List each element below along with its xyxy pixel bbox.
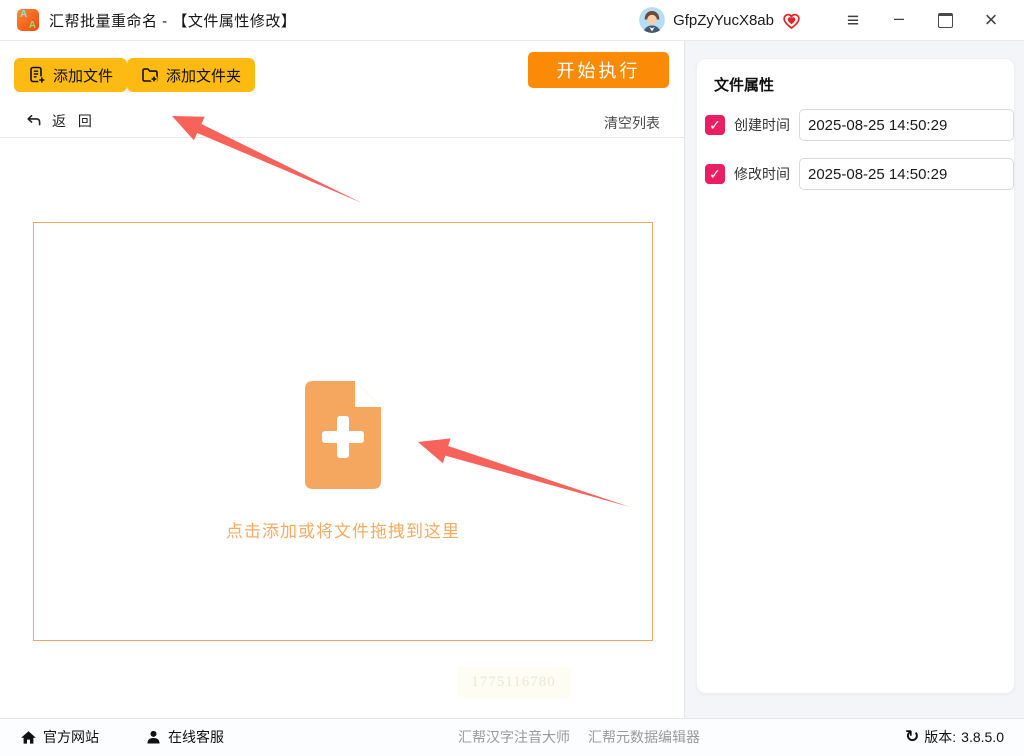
metadata-editor-link[interactable]: 汇帮元数据编辑器 — [588, 719, 700, 755]
pinyin-master-link[interactable]: 汇帮汉字注音大师 — [458, 719, 570, 755]
back-label: 返 回 — [52, 113, 92, 129]
start-execute-button[interactable]: 开始执行 — [528, 52, 669, 88]
official-site-link[interactable]: 官方网站 — [20, 719, 99, 755]
list-divider — [0, 137, 684, 138]
home-icon — [21, 730, 36, 744]
window-title: 汇帮批量重命名 - 【文件属性修改】 — [49, 12, 297, 30]
menu-icon: ≡ — [846, 8, 860, 32]
check-icon: ✓ — [709, 165, 721, 182]
version-value: 3.8.5.0 — [961, 729, 1004, 745]
person-icon — [147, 730, 160, 744]
online-support-link[interactable]: 在线客服 — [145, 719, 224, 755]
creation-time-label: 创建时间 — [734, 117, 790, 133]
update-sync-icon[interactable]: ↻ — [905, 728, 919, 745]
avatar-image — [639, 7, 666, 33]
official-site-label: 官方网站 — [43, 729, 99, 745]
vip-heart-icon[interactable] — [781, 10, 802, 31]
modified-time-label: 修改时间 — [734, 166, 790, 182]
check-icon: ✓ — [709, 116, 721, 133]
version-label: 版本: — [924, 729, 957, 745]
maximize-button[interactable] — [922, 0, 968, 40]
modified-time-input[interactable] — [799, 158, 1014, 190]
back-arrow-icon — [27, 114, 41, 126]
menu-button[interactable]: ≡ — [830, 0, 876, 40]
logo-letter-a2: A — [28, 20, 36, 31]
properties-title: 文件属性 — [714, 77, 775, 94]
back-button[interactable]: 返 回 — [25, 111, 92, 131]
app-logo-icon: A A — [17, 9, 39, 31]
add-folder-label: 添加文件夹 — [166, 67, 242, 85]
add-files-label: 添加文件 — [53, 67, 114, 85]
add-folder-button[interactable]: 添加文件夹 — [127, 58, 256, 92]
online-support-label: 在线客服 — [168, 729, 224, 745]
maximize-icon — [937, 12, 953, 28]
drop-zone-content: 点击添加或将文件拖拽到这里 — [34, 379, 652, 542]
creation-time-row: ✓ 创建时间 — [705, 109, 1014, 141]
file-plus-icon — [30, 66, 46, 84]
close-icon: × — [984, 7, 998, 32]
logo-letter-a: A — [20, 9, 28, 20]
annotation-arrow-toolbar — [172, 116, 362, 203]
titlebar-right: GfpZyYucX8ab ≡ – × — [639, 0, 1024, 40]
add-file-icon — [305, 381, 381, 489]
close-button[interactable]: × — [968, 0, 1014, 40]
creation-time-checkbox[interactable]: ✓ — [705, 115, 725, 135]
app-window: A A 汇帮批量重命名 - 【文件属性修改】 GfpZyYucX8ab ≡ – … — [0, 0, 1024, 756]
modified-time-row: ✓ 修改时间 — [705, 158, 1014, 190]
minimize-button[interactable]: – — [876, 0, 922, 40]
folder-plus-icon — [142, 68, 158, 83]
user-avatar[interactable] — [639, 7, 666, 33]
clear-list-button[interactable]: 清空列表 — [604, 113, 660, 133]
username: GfpZyYucX8ab — [673, 11, 774, 29]
properties-card: 文件属性 ✓ 创建时间 ✓ 修改时间 — [696, 58, 1015, 694]
start-execute-label: 开始执行 — [556, 61, 641, 81]
version-info: ↻ 版本: 3.8.5.0 — [905, 719, 1004, 755]
modified-time-checkbox[interactable]: ✓ — [705, 164, 725, 184]
add-files-button[interactable]: 添加文件 — [14, 58, 128, 92]
creation-time-input[interactable] — [799, 109, 1014, 141]
statusbar: 官方网站 在线客服 汇帮汉字注音大师 汇帮元数据编辑器 ↻ 版本: 3.8.5.… — [0, 718, 1024, 756]
titlebar: A A 汇帮批量重命名 - 【文件属性修改】 GfpZyYucX8ab ≡ – … — [0, 0, 1024, 41]
drop-zone-hint: 点击添加或将文件拖拽到这里 — [226, 522, 460, 541]
watermark: 1775116780 — [457, 667, 570, 698]
minimize-icon: – — [893, 8, 904, 28]
properties-panel: 文件属性 ✓ 创建时间 ✓ 修改时间 — [684, 40, 1024, 718]
file-drop-zone[interactable]: 点击添加或将文件拖拽到这里 — [33, 222, 653, 641]
